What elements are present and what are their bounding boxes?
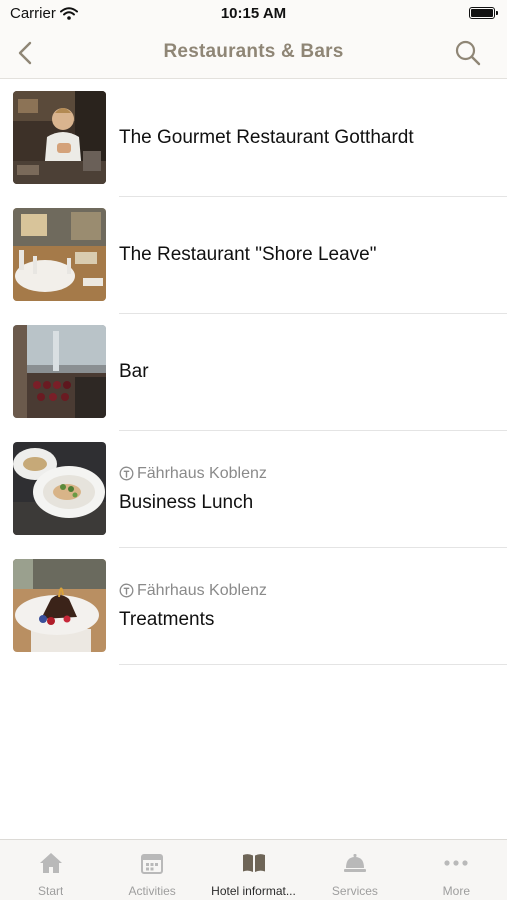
treatments-photo (13, 559, 106, 652)
status-time: 10:15 AM (220, 5, 287, 22)
list-item-text: The Gourmet Restaurant Gotthardt (119, 80, 497, 196)
search-button[interactable] (451, 36, 485, 70)
more-dots-icon (444, 860, 468, 866)
tab-hotel-information[interactable]: Hotel informat... (203, 840, 304, 900)
list-item-text: Fährhaus Koblenz Business Lunch (119, 431, 497, 547)
tab-label: Start (38, 884, 64, 898)
home-icon (39, 853, 62, 873)
battery-icon (469, 7, 498, 19)
status-bar: Carrier 10:15 AM (0, 0, 507, 28)
list-item-text: Fährhaus Koblenz Treatments (119, 548, 497, 664)
list-item-title: Bar (119, 361, 149, 382)
location-subtitle: Fährhaus Koblenz (119, 582, 497, 600)
tab-services[interactable]: Services (304, 840, 405, 900)
tab-label: More (442, 884, 470, 898)
calendar-icon (141, 854, 164, 874)
tab-bar: Start Activities Hotel informat... Servi… (0, 839, 507, 900)
book-icon (242, 854, 265, 872)
tab-label: Hotel informat... (211, 884, 296, 898)
location-label: Fährhaus Koblenz (137, 464, 267, 482)
business-lunch-photo (13, 442, 106, 535)
row-divider (119, 664, 507, 665)
tab-label: Services (331, 884, 378, 898)
tab-start[interactable]: Start (0, 840, 101, 900)
search-icon (455, 40, 481, 66)
gourmet-restaurant-photo (13, 91, 106, 184)
list-item-title: The Restaurant "Shore Leave" (119, 244, 377, 265)
shore-leave-photo (13, 208, 106, 301)
service-bell-icon (343, 854, 366, 872)
location-label: Fährhaus Koblenz (137, 581, 267, 599)
tab-more[interactable]: More (406, 840, 507, 900)
location-badge-icon (119, 583, 134, 598)
list-item-gourmet-restaurant[interactable]: The Gourmet Restaurant Gotthardt (0, 80, 507, 197)
restaurant-list: The Gourmet Restaurant Gotthardt The Res… (0, 80, 507, 665)
location-subtitle: Fährhaus Koblenz (119, 465, 497, 483)
list-item-text: Bar (119, 314, 497, 430)
list-item-title: Business Lunch (119, 491, 254, 513)
bar-photo (13, 325, 106, 418)
list-item-treatments[interactable]: Fährhaus Koblenz Treatments (0, 548, 507, 665)
location-badge-icon (119, 466, 134, 481)
list-item-text: The Restaurant "Shore Leave" (119, 197, 497, 313)
list-item-shore-leave[interactable]: The Restaurant "Shore Leave" (0, 197, 507, 314)
navigation-bar: Restaurants & Bars (0, 28, 507, 79)
page-title: Restaurants & Bars (163, 41, 344, 62)
list-item-business-lunch[interactable]: Fährhaus Koblenz Business Lunch (0, 431, 507, 548)
tab-activities[interactable]: Activities (101, 840, 202, 900)
list-item-bar[interactable]: Bar (0, 314, 507, 431)
list-item-title: The Gourmet Restaurant Gotthardt (119, 127, 414, 148)
tab-label: Activities (128, 884, 176, 898)
list-item-title: Treatments (119, 608, 215, 630)
